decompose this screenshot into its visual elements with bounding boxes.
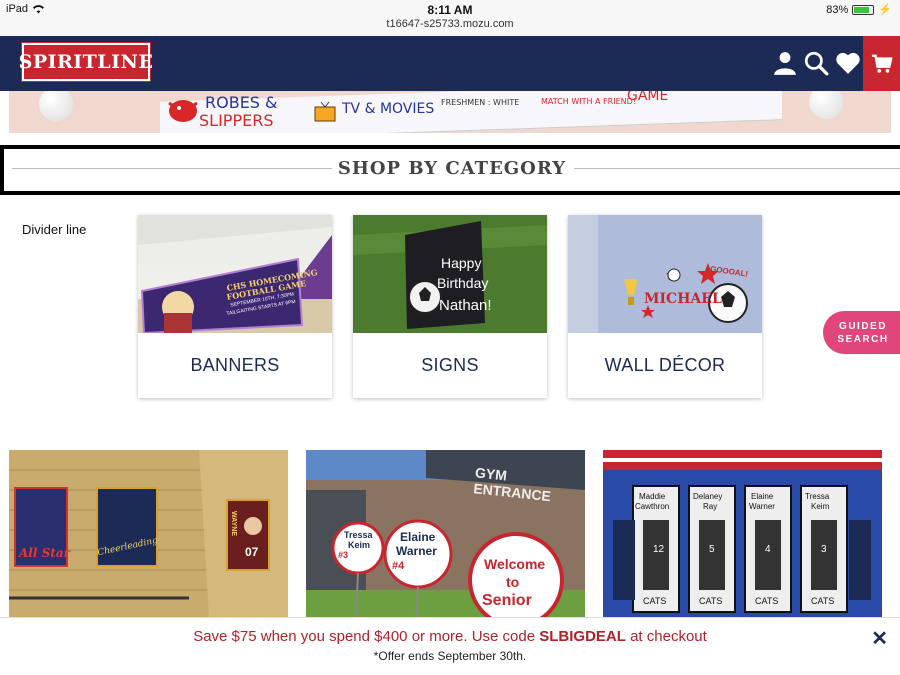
hero-text-tv: TV & MOVIES bbox=[342, 101, 435, 117]
sign1-number: #3 bbox=[338, 550, 349, 560]
sign3-line3: Senior bbox=[482, 592, 532, 609]
poster-text-number: 07 bbox=[245, 545, 259, 559]
balloon-left bbox=[39, 91, 73, 121]
search-icon[interactable] bbox=[803, 50, 829, 76]
poster-text-allstar: All Star bbox=[19, 546, 70, 560]
promo-message: Save $75 when you spend $400 or more. Us… bbox=[0, 628, 900, 645]
cart-button[interactable] bbox=[863, 36, 900, 91]
close-icon[interactable]: ✕ bbox=[871, 626, 888, 651]
balloon-right bbox=[809, 91, 843, 119]
banner2-name1: Delaney bbox=[693, 492, 723, 501]
banner1-number: 12 bbox=[653, 544, 665, 555]
hero-text-freshmen: FRESHMEN : WHITE bbox=[441, 98, 520, 107]
cart-icon bbox=[871, 54, 893, 73]
category-card-wall-decor[interactable]: MICHAEL GOOOAL! WALL DÉCOR bbox=[568, 215, 762, 398]
banner1-name1: Maddie bbox=[639, 492, 666, 501]
banner4-number: 3 bbox=[821, 544, 827, 555]
sign3-line1: Welcome bbox=[484, 556, 546, 572]
promo-code: SLBIGDEAL bbox=[539, 628, 626, 645]
status-right: 83% ⚡ bbox=[826, 3, 892, 17]
team-banners-illustration bbox=[603, 450, 882, 617]
logo-text: SPIRITLINE bbox=[18, 51, 154, 73]
banner2-cats: CATS bbox=[699, 596, 723, 606]
banner3-name1: Elaine bbox=[751, 492, 774, 501]
guided-search-line1: GUIDED bbox=[839, 321, 887, 332]
status-time: 8:11 AM bbox=[427, 3, 473, 17]
site-header: SPIRITLINE bbox=[0, 36, 900, 91]
banner2-number: 5 bbox=[709, 544, 715, 555]
guided-search-button[interactable]: GUIDED SEARCH bbox=[823, 311, 900, 354]
photo-tile-posters[interactable]: All Star Cheerleading WAYNE 07 bbox=[9, 450, 288, 617]
sign1-line2: Keim bbox=[348, 540, 371, 550]
divider-alt-text: Divider line bbox=[22, 222, 87, 237]
photo-tile-yard-signs[interactable]: GYM ENTRANCE Tressa Keim #3 Elaine Warne… bbox=[306, 450, 585, 617]
sign1-line1: Tressa bbox=[344, 530, 373, 540]
banner4-cats: CATS bbox=[811, 596, 835, 606]
banner4-name2: Keim bbox=[811, 502, 830, 511]
sign-text-name: Nathan! bbox=[439, 297, 492, 314]
battery-icon bbox=[852, 4, 875, 15]
sign3-line2: to bbox=[506, 574, 520, 590]
banner3-number: 4 bbox=[765, 544, 771, 555]
spiritline-logo[interactable]: SPIRITLINE bbox=[19, 43, 153, 81]
address-url[interactable]: t16647-s25733.mozu.com bbox=[0, 18, 900, 30]
promo-text-before: Save $75 when you spend $400 or more. Us… bbox=[193, 628, 540, 645]
category-label-banners: BANNERS bbox=[190, 355, 280, 375]
banner3-cats: CATS bbox=[755, 596, 779, 606]
banner2-name2: Ray bbox=[703, 502, 718, 511]
shop-by-category-header: SHOP BY CATEGORY bbox=[0, 145, 900, 195]
hero-text-match: MATCH WITH A FRIEND! bbox=[541, 97, 636, 106]
wall-decor-text-name: MICHAEL bbox=[644, 291, 722, 307]
section-title: SHOP BY CATEGORY bbox=[337, 158, 567, 179]
guided-search-line2: SEARCH bbox=[837, 334, 889, 345]
banner4-name1: Tressa bbox=[805, 492, 830, 501]
promo-banner: Save $75 when you spend $400 or more. Us… bbox=[0, 617, 900, 675]
sign2-line1: Elaine bbox=[400, 530, 436, 544]
promo-text-after: at checkout bbox=[625, 628, 707, 645]
category-card-signs[interactable]: Happy Birthday Nathan! SIGNS bbox=[353, 215, 547, 398]
sign-text-birthday: Birthday bbox=[437, 275, 489, 291]
battery-fill bbox=[854, 6, 870, 13]
category-label-wall-decor: WALL DÉCOR bbox=[604, 355, 726, 375]
banner1-cats: CATS bbox=[643, 596, 667, 606]
banner3-name2: Warner bbox=[749, 502, 775, 511]
hero-text-robes: ROBES & bbox=[205, 93, 278, 112]
hero-image[interactable]: ROBES & SLIPPERS TV & MOVIES FRESHMEN : … bbox=[9, 91, 891, 133]
battery-percent: 83% bbox=[826, 3, 849, 16]
sign2-line2: Warner bbox=[396, 544, 437, 558]
signs-image: Happy Birthday Nathan! bbox=[353, 215, 547, 333]
photo-tile-team-banners[interactable]: Maddie Cawthron Delaney Ray Elaine Warne… bbox=[603, 450, 882, 617]
bull-mascot-icon bbox=[168, 100, 198, 122]
user-icon[interactable] bbox=[772, 50, 798, 76]
category-card-banners[interactable]: CHS HOMECOMING FOOTBALL GAME SEPTEMBER 1… bbox=[138, 215, 332, 398]
sign-text-happy: Happy bbox=[441, 255, 482, 271]
banner1-name2: Cawthron bbox=[635, 502, 670, 511]
sign2-number: #4 bbox=[392, 560, 405, 572]
hero-text-slippers: SLIPPERS bbox=[199, 111, 274, 130]
ios-status-bar: iPad 8:11 AM t16647-s25733.mozu.com 83% … bbox=[0, 0, 900, 36]
banners-image: CHS HOMECOMING FOOTBALL GAME SEPTEMBER 1… bbox=[138, 215, 332, 333]
promo-disclaimer: *Offer ends September 30th. bbox=[373, 649, 527, 663]
wall-decor-image: MICHAEL GOOOAL! bbox=[568, 215, 762, 333]
tv-icon bbox=[314, 101, 336, 122]
hero-text-game: GAME bbox=[627, 91, 669, 104]
poster-text-wayne: WAYNE bbox=[230, 510, 238, 537]
heart-icon[interactable] bbox=[835, 50, 861, 76]
posters-illustration bbox=[9, 450, 288, 617]
category-label-signs: SIGNS bbox=[421, 355, 479, 375]
charging-icon: ⚡ bbox=[878, 4, 892, 16]
signs-illustration bbox=[353, 215, 547, 333]
